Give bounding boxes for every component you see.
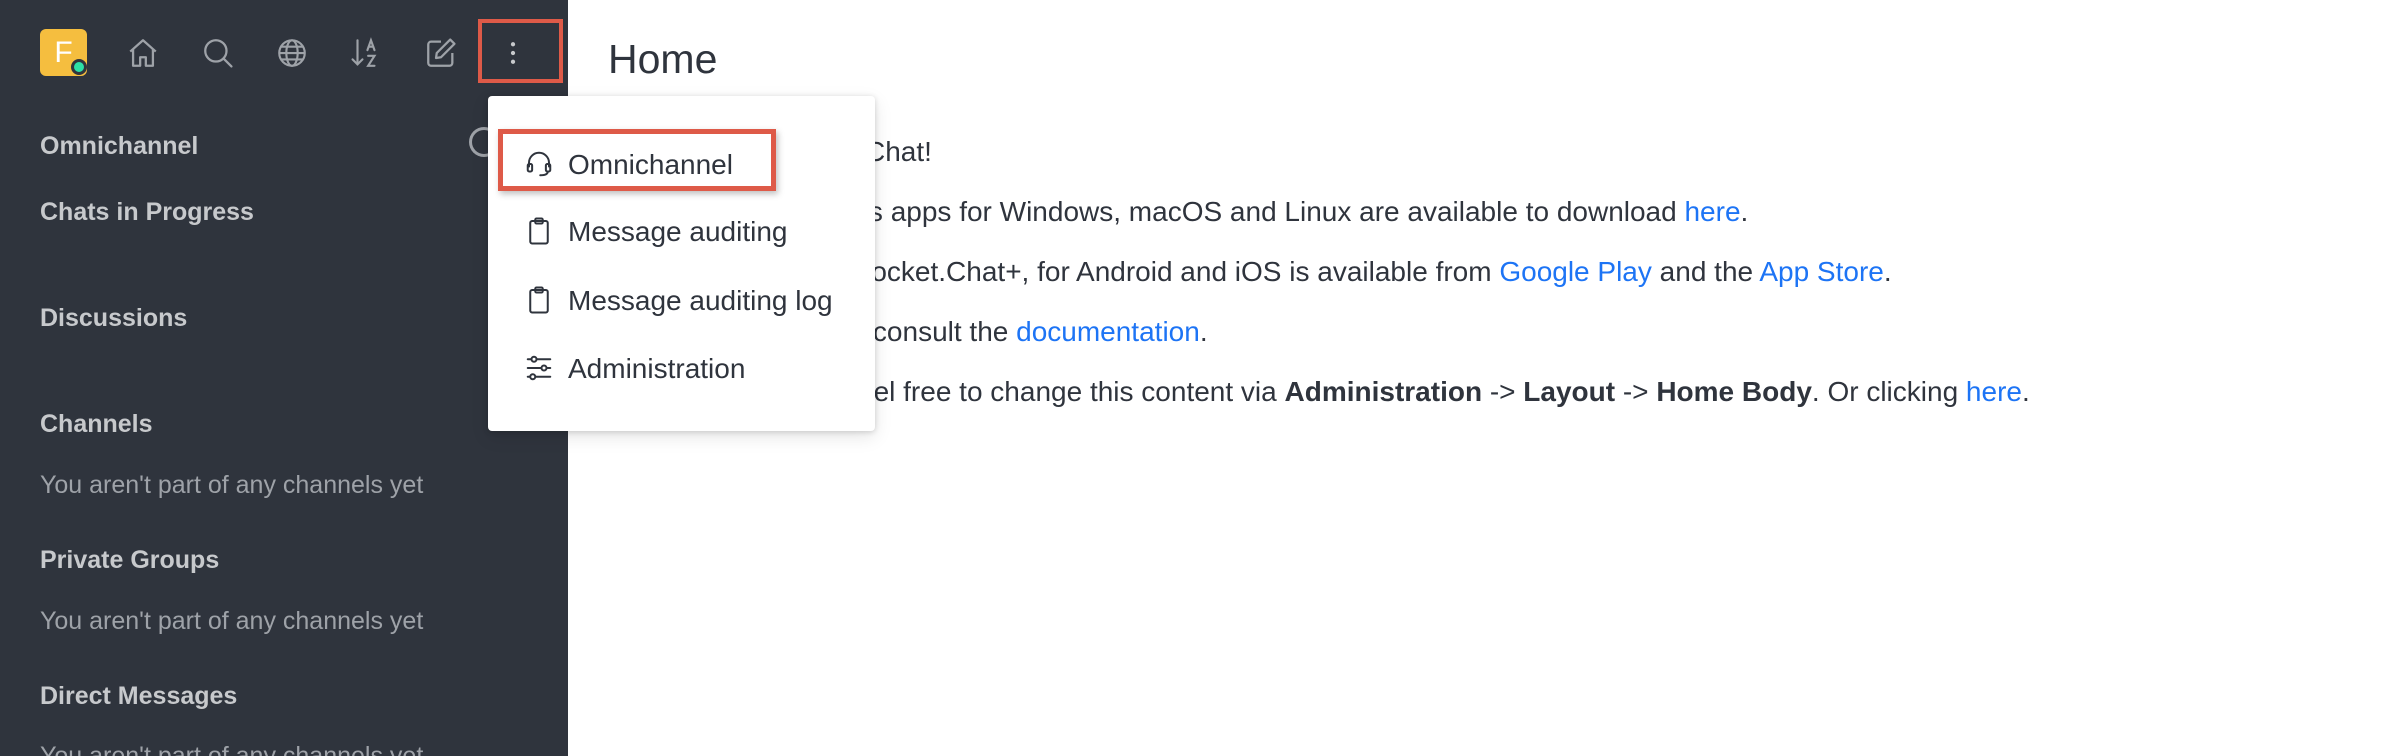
omnichannel-highlight xyxy=(498,129,776,191)
menu-item-message-auditing[interactable]: Message auditing xyxy=(488,204,875,258)
line-5-suffix: . xyxy=(2021,376,2030,407)
line-3-text: p, Rocket.Chat+, for Android and iOS is … xyxy=(820,256,1500,287)
sidebar: F Omnichannel Chats in Progress Discussi… xyxy=(0,0,568,756)
private-groups-empty-message: You aren't part of any channels yet xyxy=(40,607,424,635)
line-3-suffix: . xyxy=(1883,256,1892,287)
more-options-highlight xyxy=(478,19,563,83)
create-new-button[interactable] xyxy=(417,29,465,77)
line-2-suffix: . xyxy=(1740,196,1749,227)
directory-globe-icon xyxy=(278,39,306,67)
app-store-link[interactable]: App Store xyxy=(1759,256,1884,287)
menu-item-label: Message auditing log xyxy=(568,285,833,316)
sort-button[interactable] xyxy=(342,29,390,77)
page-title: Home xyxy=(608,36,718,82)
section-omnichannel: Omnichannel xyxy=(40,132,199,160)
section-private-groups: Private Groups xyxy=(40,546,220,574)
administration-bold: Administration xyxy=(1284,376,1483,407)
line-4-suffix: . xyxy=(1199,316,1208,347)
channels-empty-message: You aren't part of any channels yet xyxy=(40,471,424,499)
google-play-link[interactable]: Google Play xyxy=(1499,256,1652,287)
line-2-text: ktops apps for Windows, macOS and Linux … xyxy=(816,196,1685,227)
layout-bold: Layout xyxy=(1523,376,1616,407)
line-3-mid: and the xyxy=(1651,256,1760,287)
user-status-indicator xyxy=(71,59,87,75)
section-discussions: Discussions xyxy=(40,304,188,332)
menu-item-message-auditing-log[interactable]: Message auditing log xyxy=(488,273,875,327)
menu-item-label: Administration xyxy=(568,353,746,384)
section-direct-messages: Direct Messages xyxy=(40,682,238,710)
home-line-3: p, Rocket.Chat+, for Android and iOS is … xyxy=(820,256,1892,288)
download-here-link[interactable]: here xyxy=(1684,196,1740,227)
sliders-icon xyxy=(524,353,554,383)
search-button[interactable] xyxy=(194,29,242,77)
home-body-bold: Home Body xyxy=(1656,376,1812,407)
arrow-2: -> xyxy=(1615,376,1657,407)
home-line-2: ktops apps for Windows, macOS and Linux … xyxy=(816,196,1748,228)
clipboard-icon xyxy=(524,285,554,315)
line-5-text: eel free to change this content via xyxy=(858,376,1285,407)
home-line-4: ase consult the documentation. xyxy=(820,316,1208,348)
arrow-1: -> xyxy=(1482,376,1524,407)
clicking-here-link[interactable]: here xyxy=(1966,376,2022,407)
documentation-link[interactable]: documentation xyxy=(1016,316,1200,347)
clipboard-icon xyxy=(524,216,554,246)
section-channels: Channels xyxy=(40,410,153,438)
line-5-mid: . Or clicking xyxy=(1811,376,1966,407)
search-icon xyxy=(204,39,233,68)
home-button[interactable] xyxy=(119,29,167,77)
directory-button[interactable] xyxy=(268,29,316,77)
menu-item-label: Message auditing xyxy=(568,216,788,247)
sidebar-toolbar: F xyxy=(0,0,568,104)
home-icon xyxy=(129,39,157,67)
home-line-1: Chat! xyxy=(865,136,932,167)
menu-item-administration[interactable]: Administration xyxy=(488,341,875,395)
home-line-5: eel free to change this content via Admi… xyxy=(858,376,2030,408)
sort-icon xyxy=(351,37,377,67)
create-new-icon xyxy=(427,38,456,67)
direct-messages-empty-message: You aren't part of any channels yet xyxy=(40,742,424,756)
section-chats-in-progress: Chats in Progress xyxy=(40,198,254,226)
app-window: F Omnichannel Chats in Progress Discussi… xyxy=(0,0,2386,756)
options-dropdown-menu: Omnichannel Message auditing Message aud… xyxy=(488,96,875,431)
